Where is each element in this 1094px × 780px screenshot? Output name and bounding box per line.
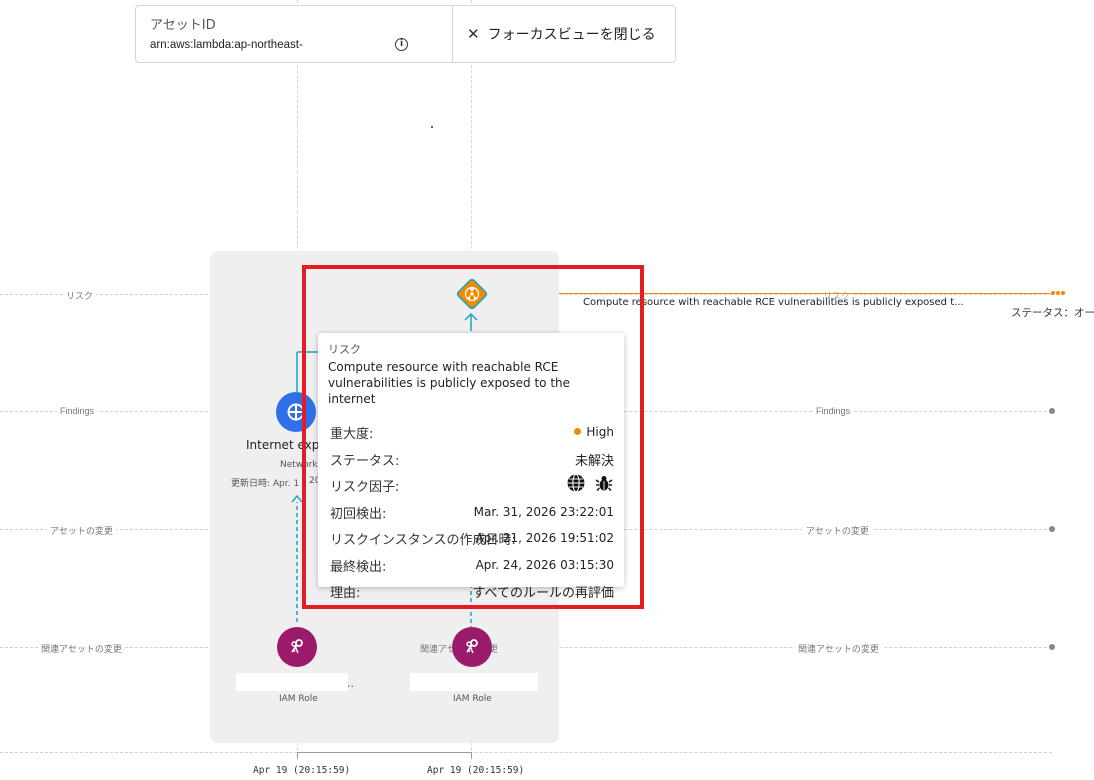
- severity-dot-icon: [574, 428, 582, 435]
- first-detected-value: Mar. 31, 2026 23:22:01: [473, 504, 614, 519]
- status-label: ステータス:: [330, 453, 400, 469]
- reason-value: すべてのルールの再評価: [472, 586, 614, 601]
- tooltip-title: Compute resource with reachable RCE vuln…: [328, 360, 571, 406]
- internet-exposure-node[interactable]: [276, 392, 316, 432]
- severity-value: High: [586, 425, 614, 439]
- first-detected-row: 初回検出: Mar. 31, 2026 23:22:01: [328, 497, 614, 524]
- redacted-name: [236, 673, 348, 691]
- node-category: IAM Role: [279, 694, 318, 704]
- status-value: 未解決: [574, 453, 614, 469]
- risk-tooltip: リスク Compute resource with reachable RCE …: [318, 333, 624, 601]
- last-detected-value: Apr. 24, 2026 03:15:30: [475, 557, 614, 572]
- globe-icon: [287, 403, 305, 421]
- bug-icon: [595, 476, 613, 491]
- first-detected-label: 初回検出:: [330, 506, 387, 522]
- globe-icon: [567, 473, 585, 493]
- risk-node-icon[interactable]: [456, 278, 488, 310]
- severity-row: 重大度: High: [328, 417, 614, 444]
- instance-created-value: Apr. 21, 2026 19:51:02: [475, 531, 614, 545]
- node-label: Internet expo: [246, 438, 327, 452]
- iam-role-node[interactable]: [277, 627, 317, 667]
- timeline-tick: [297, 752, 298, 758]
- timeline-tick-label: Apr 19 (20:15:59): [253, 765, 351, 776]
- status-row: ステータス: 未解決: [328, 444, 614, 471]
- reason-label: 理由:: [330, 586, 361, 601]
- node-category: Network: [280, 460, 318, 470]
- node-category: IAM Role: [453, 694, 492, 704]
- iam-role-node[interactable]: [452, 627, 492, 667]
- reason-row: 理由: すべてのルールの再評価: [328, 576, 614, 603]
- timeline-axis: [297, 752, 472, 753]
- timeline-tick: [471, 752, 472, 758]
- risk-factors-label: リスク因子:: [330, 480, 400, 495]
- last-detected-label: 最終検出:: [330, 559, 387, 575]
- instance-created-row: リスクインスタンスの作成日時: Apr. 21, 2026 19:51:02: [328, 523, 614, 550]
- keys-icon: [466, 639, 478, 654]
- severity-label: 重大度:: [330, 427, 374, 442]
- focus-view-canvas: リスク Findings アセットの変更 関連アセットの変更 Findings …: [0, 0, 1094, 780]
- timeline-tick-label: Apr 19 (20:15:59): [427, 765, 525, 776]
- last-detected-row: 最終検出: Apr. 24, 2026 03:15:30: [328, 550, 614, 577]
- redacted-name: [410, 673, 538, 691]
- lane-label-partial: 関連アセ: [420, 645, 456, 655]
- node-updated: 更新日時: Apr. 1: [231, 479, 300, 489]
- tooltip-kicker: リスク: [328, 343, 361, 356]
- risk-factors-row: リスク因子:: [328, 470, 614, 497]
- name-ellipsis: ..: [347, 677, 354, 690]
- keys-icon: [291, 639, 303, 654]
